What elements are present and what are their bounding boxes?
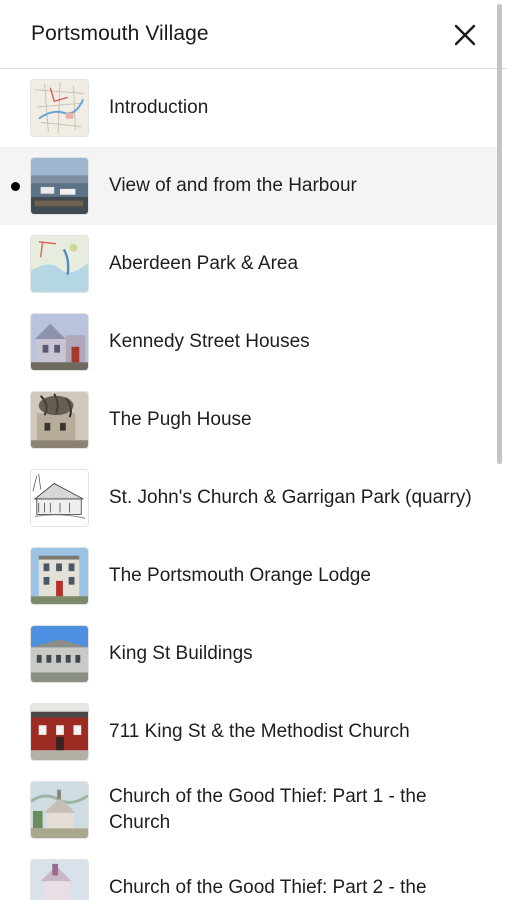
scrollbar[interactable] [497,0,505,900]
list-item[interactable]: Introduction [0,69,500,147]
list-item[interactable]: Kennedy Street Houses [0,303,500,381]
church-painting-thumbnail [30,781,89,839]
lodge-thumbnail [30,547,89,605]
list-item[interactable]: The Portsmouth Orange Lodge [0,537,500,615]
list-item-label: The Portsmouth Orange Lodge [109,565,371,586]
close-button[interactable] [448,18,482,52]
house-thumbnail [30,313,89,371]
buildings-thumbnail [30,625,89,683]
list-item[interactable]: Church of the Good Thief: Part 1 - the C… [0,771,500,849]
list-item-label: The Pugh House [109,409,252,430]
list-item-label: Church of the Good Thief: Part 1 - the C… [109,786,427,833]
church-sketch-thumbnail [30,469,89,527]
list-item-label: Church of the Good Thief: Part 2 - the [109,877,427,898]
red-house-thumbnail [30,703,89,761]
church-painting-thumbnail-2 [30,859,89,900]
list-item[interactable]: St. John's Church & Garrigan Park (quarr… [0,459,500,537]
list-item-label: View of and from the Harbour [109,175,357,196]
harbour-thumbnail [30,157,89,215]
list-item-label: Introduction [109,97,209,118]
list-item[interactable]: Church of the Good Thief: Part 2 - the [0,849,500,900]
current-item-bullet [11,182,20,191]
list-item-label: Kennedy Street Houses [109,331,310,352]
close-icon [454,24,476,46]
list-item-label: Aberdeen Park & Area [109,253,299,274]
scrollbar-thumb[interactable] [497,4,502,464]
list-item[interactable]: 711 King St & the Methodist Church [0,693,500,771]
chapter-list: Introduction View of and from the Harbou… [0,69,500,900]
list-item-label: St. John's Church & Garrigan Park (quarr… [109,487,472,508]
header-bar: Portsmouth Village [0,0,507,69]
list-item-label: 711 King St & the Methodist Church [109,721,410,742]
map-thumbnail [30,79,89,137]
list-item-label: King St Buildings [109,643,253,664]
list-item[interactable]: Aberdeen Park & Area [0,225,500,303]
list-item[interactable]: King St Buildings [0,615,500,693]
page-title: Portsmouth Village [31,22,209,45]
pugh-house-thumbnail [30,391,89,449]
park-map-thumbnail [30,235,89,293]
list-item-active[interactable]: View of and from the Harbour [0,147,500,225]
list-item[interactable]: The Pugh House [0,381,500,459]
